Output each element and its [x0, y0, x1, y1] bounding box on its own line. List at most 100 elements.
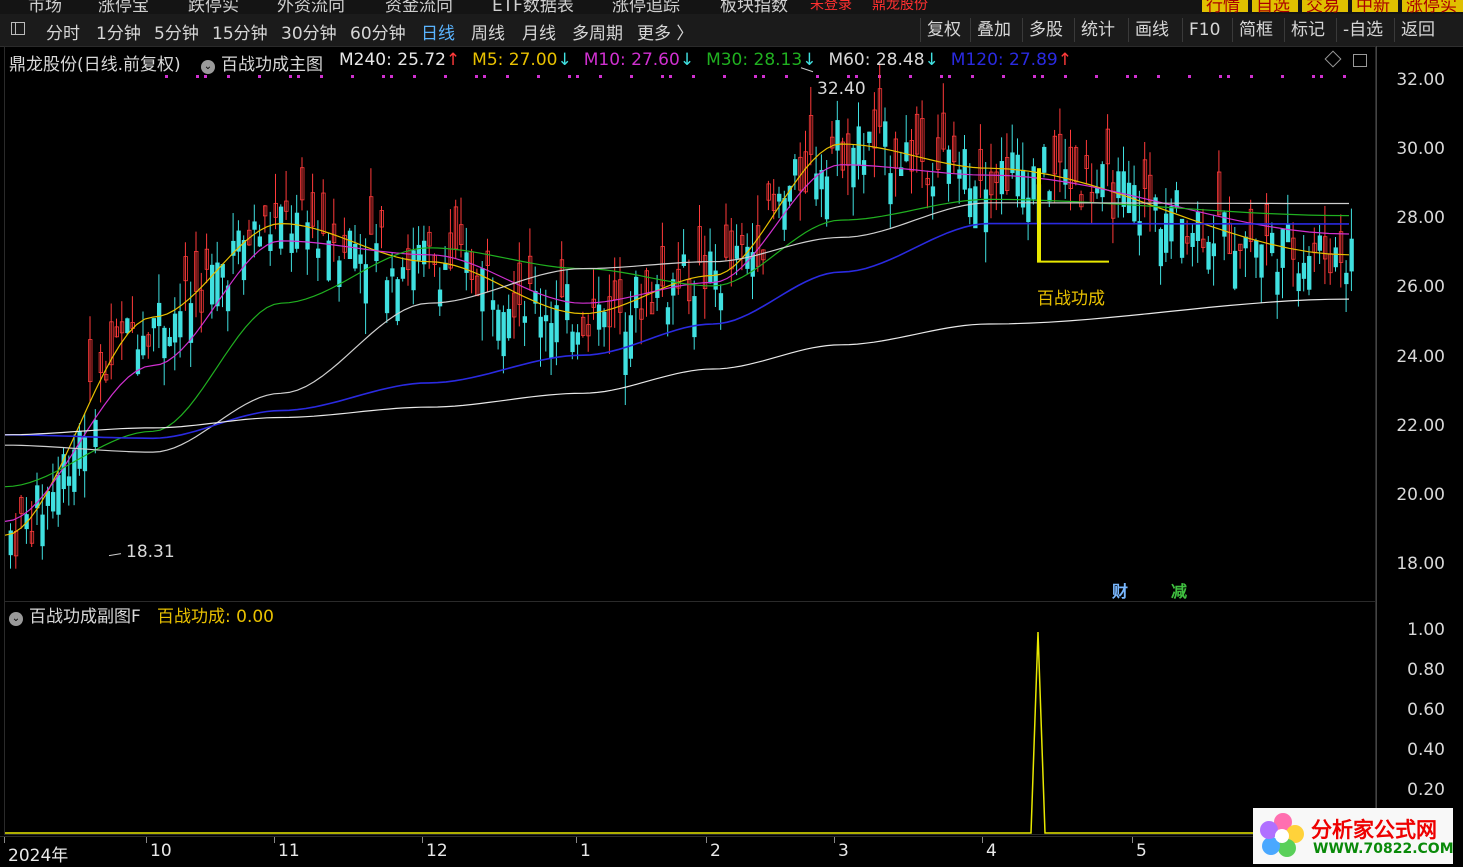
down-candle	[1296, 273, 1301, 292]
down-candle	[358, 254, 363, 264]
signal-dot	[1095, 75, 1098, 78]
down-candle	[1042, 146, 1047, 173]
top-menu-bar: 市场 涨停宝 跌停实 外资流向 资金流向 ETF数据表 涨停追踪 板块指数 未登…	[0, 0, 1463, 14]
stats-button[interactable]: 统计	[1074, 18, 1121, 42]
signal-dot	[1250, 75, 1253, 78]
ma-legend-item: M60: 28.48↓	[828, 50, 939, 70]
signal-dot	[196, 75, 199, 78]
down-candle	[1232, 250, 1238, 289]
high-price-label: 32.40	[817, 79, 866, 99]
down-candle	[125, 318, 130, 334]
down-candle	[777, 193, 782, 202]
signal-dot	[785, 75, 788, 78]
f10-button[interactable]: F10	[1182, 18, 1226, 42]
menu-etf-table[interactable]: ETF数据表	[492, 0, 574, 14]
down-candle	[1153, 197, 1158, 211]
down-candle	[793, 159, 798, 176]
down-candle	[602, 311, 607, 328]
mark-button[interactable]: 标记	[1284, 18, 1331, 42]
down-candle	[315, 248, 321, 258]
period-5min[interactable]: 5分钟	[154, 19, 199, 44]
kline-canvas[interactable]	[5, 47, 1375, 601]
ma-legend: M240: 25.72↑ M5: 27.00↓ M10: 27.60↓ M30: 28…	[339, 50, 1084, 70]
menu-limit-up[interactable]: 涨停宝	[98, 0, 149, 14]
period-1min[interactable]: 1分钟	[96, 19, 141, 44]
down-candle	[1301, 262, 1307, 279]
layout-toggle-icon[interactable]	[11, 22, 25, 35]
sub-canvas[interactable]	[5, 602, 1375, 834]
period-timeshare[interactable]: 分时	[46, 19, 80, 44]
menu-limit-track[interactable]: 涨停追踪	[612, 0, 680, 14]
down-candle	[1275, 271, 1280, 295]
period-more[interactable]: 更多 〉	[637, 19, 693, 44]
date-tick: 5	[1136, 841, 1147, 861]
down-candle	[596, 304, 602, 330]
down-candle	[411, 250, 416, 291]
signal-dot	[630, 75, 633, 78]
down-candle	[628, 315, 633, 359]
tab-news[interactable]: 中新	[1356, 0, 1390, 14]
current-stock-link[interactable]: 鼎龙股份	[872, 0, 928, 14]
down-candle	[337, 260, 342, 288]
main-indicator-label[interactable]: ⌄ 百战功成主图	[201, 50, 323, 75]
period-30min[interactable]: 30分钟	[281, 19, 337, 44]
menu-market[interactable]: 市场	[28, 0, 62, 14]
simple-frame-button[interactable]: 简框	[1232, 18, 1279, 42]
finance-event-marker[interactable]: 财	[1112, 578, 1128, 602]
multi-stock-button[interactable]: 多股	[1022, 18, 1069, 42]
period-15min[interactable]: 15分钟	[212, 19, 268, 44]
signal-dot	[351, 75, 354, 78]
back-button[interactable]: 返回	[1394, 18, 1441, 42]
login-status[interactable]: 未登录	[810, 0, 852, 14]
signal-dot	[1219, 75, 1222, 78]
down-candle	[1190, 232, 1195, 247]
signal-dot	[723, 75, 726, 78]
collapse-chevron-icon[interactable]: ⌄	[201, 60, 215, 74]
remove-watchlist-button[interactable]: -自选	[1336, 18, 1389, 42]
period-weekly[interactable]: 周线	[471, 19, 505, 44]
signal-dot	[692, 75, 695, 78]
signal-dot	[1041, 75, 1044, 78]
down-candle	[946, 149, 951, 184]
draw-line-button[interactable]: 画线	[1128, 18, 1175, 42]
tab-watchlist[interactable]: 自选	[1256, 0, 1290, 14]
panel-toggle-icon[interactable]	[1353, 54, 1367, 67]
sub-indicator-chart[interactable]: ⌄ 百战功成副图F 百战功成: 0.00	[4, 601, 1376, 835]
tab-trade[interactable]: 交易	[1306, 0, 1340, 14]
adjust-button[interactable]: 复权	[920, 18, 967, 42]
sub-value-tick: 0.40	[1407, 740, 1445, 760]
main-indicator-name: 百战功成主图	[221, 55, 323, 75]
ma-legend-item: M5: 27.00↓	[472, 50, 572, 70]
signal-dot	[413, 75, 416, 78]
period-daily[interactable]: 日线	[421, 19, 455, 44]
menu-limit-down[interactable]: 跌停实	[188, 0, 239, 14]
down-candle	[326, 240, 331, 281]
reduce-event-marker[interactable]: 减	[1171, 578, 1187, 602]
down-candle	[66, 476, 72, 486]
down-candle	[1280, 229, 1285, 268]
low-price-label: 18.31	[126, 542, 175, 562]
down-candle	[416, 244, 422, 261]
period-60min[interactable]: 60分钟	[350, 19, 406, 44]
menu-fund-flow[interactable]: 资金流向	[385, 0, 453, 14]
signal-dot	[444, 75, 447, 78]
sub-value-tick: 0.20	[1407, 780, 1445, 800]
arrow-down-icon: ↓	[802, 50, 817, 70]
date-tick: 1	[580, 841, 591, 861]
sub-indicator-label[interactable]: ⌄ 百战功成副图F	[9, 602, 141, 627]
signal-dot	[855, 75, 858, 78]
tab-limit-up[interactable]: 涨停实	[1406, 0, 1457, 14]
menu-foreign-flow[interactable]: 外资流向	[277, 0, 345, 14]
price-tick: 18.00	[1396, 554, 1445, 575]
overlay-button[interactable]: 叠加	[970, 18, 1017, 42]
period-multi[interactable]: 多周期	[572, 19, 623, 44]
tab-quotes[interactable]: 行情	[1206, 0, 1240, 14]
down-candle	[1285, 223, 1291, 243]
ma-line-m240	[5, 298, 1350, 436]
price-tick: 32.00	[1396, 69, 1445, 90]
sub-collapse-chevron-icon[interactable]: ⌄	[9, 612, 23, 626]
stock-title: 鼎龙股份(日线.前复权)	[9, 55, 181, 75]
period-monthly[interactable]: 月线	[522, 19, 556, 44]
menu-sector-index[interactable]: 板块指数	[720, 0, 788, 14]
main-kline-chart[interactable]: 鼎龙股份(日线.前复权) ⌄ 百战功成主图 M240: 25.72↑ M5: 27.…	[4, 46, 1376, 602]
